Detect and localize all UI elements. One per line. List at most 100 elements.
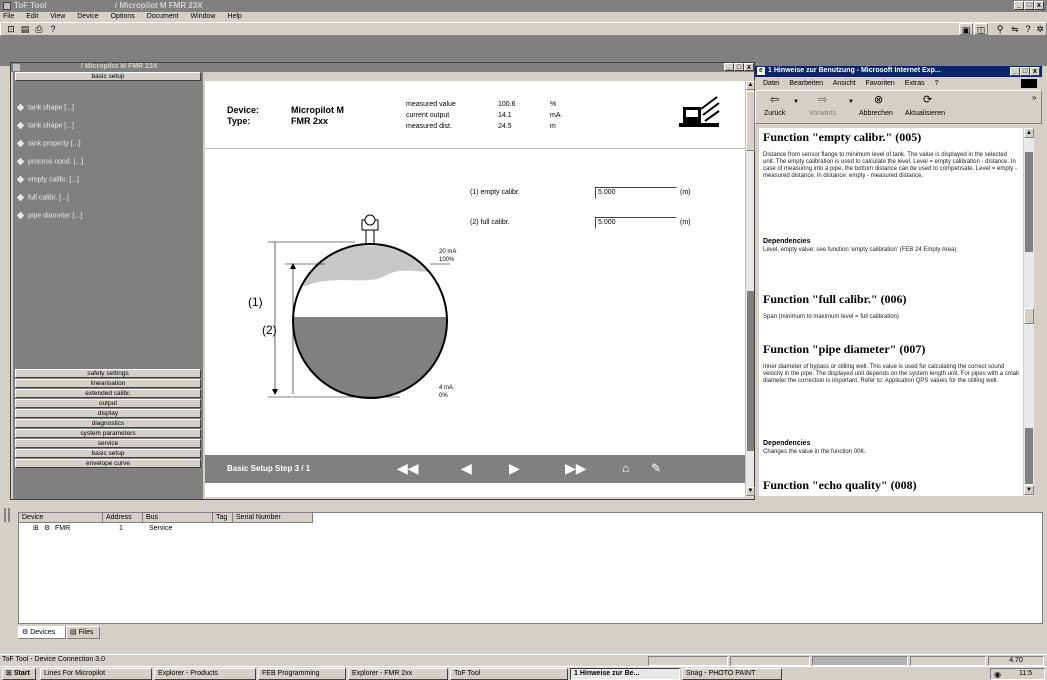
menu-file[interactable]: File [3, 13, 14, 20]
param-item[interactable]: tank shape [...] [16, 103, 74, 116]
refresh-label[interactable]: Aktualisieren [905, 110, 945, 117]
status-panel-4 [910, 656, 986, 666]
menu-edit[interactable]: Edit [26, 13, 38, 20]
maximize-icon[interactable]: □ [1024, 1, 1034, 10]
help-menu-extras[interactable]: Extras [905, 80, 925, 87]
forward-icon[interactable]: ⇨ [818, 93, 827, 106]
group-button[interactable]: output [15, 399, 201, 408]
menu-help[interactable]: Help [227, 13, 241, 20]
back-dropdown-icon[interactable]: ▼ [793, 99, 799, 105]
param-item[interactable]: tank shape [...] [16, 121, 74, 134]
taskbar-item[interactable]: Explorer - Products [154, 668, 256, 680]
param-item[interactable]: full calibr. [...] [16, 193, 69, 206]
save-icon[interactable]: ▤ [18, 23, 32, 35]
help-menu-bearbeiten[interactable]: Bearbeiten [789, 80, 823, 87]
taskbar-item[interactable]: ToF Tool [450, 668, 568, 680]
help-scroll-down-icon[interactable]: ▼ [1024, 485, 1034, 495]
help-menu-question[interactable]: ? [935, 80, 939, 87]
panel-tabs: ⚙ Devices ▤ Files [18, 626, 218, 640]
taskbar-item[interactable]: Snag - PHOTO PAINT [682, 668, 782, 680]
menu-document[interactable]: Document [147, 13, 179, 20]
window-tile-icon[interactable]: ▣ [959, 23, 973, 35]
table-row[interactable]: ⊞ ⚙ FMR 1 Service [19, 524, 319, 534]
menu-view[interactable]: View [50, 13, 65, 20]
help-menu-favoriten[interactable]: Favoriten [866, 80, 895, 87]
previous-step-icon[interactable]: ◀ [461, 461, 472, 475]
forward-label[interactable]: Vorwärts [809, 110, 836, 117]
print-page-icon[interactable]: ✎ [651, 461, 661, 475]
column-device[interactable]: Device [19, 513, 103, 523]
param-item[interactable]: process cond. [...] [16, 157, 83, 170]
help-heading-pipe-diameter: Function "pipe diameter" (007) [763, 342, 926, 356]
help-text-pipe-diameter: Inner diameter of bypass or stilling wel… [763, 364, 1019, 384]
group-button[interactable]: diagnostics [15, 419, 201, 428]
param-icon [16, 193, 25, 202]
scroll-down-icon[interactable]: ▼ [746, 487, 755, 496]
help-minimize-icon[interactable]: _ [1010, 67, 1020, 76]
help-maximize-icon[interactable]: □ [1020, 67, 1030, 76]
group-button[interactable]: service [15, 439, 201, 448]
column-bus[interactable]: Bus [143, 513, 213, 523]
help-scroll-thumb[interactable] [1024, 308, 1034, 324]
full-calibr-field[interactable]: 5.000 [595, 217, 677, 229]
main-scrollbar[interactable]: ▲ ▼ [745, 81, 755, 497]
empty-calibr-field[interactable]: 5.000 [595, 187, 677, 199]
help-menu-datei[interactable]: Datei [763, 80, 779, 87]
group-button[interactable]: extended calibr. [15, 389, 201, 398]
column-serial[interactable]: Serial Number [233, 513, 313, 523]
menu-device[interactable]: Device [77, 13, 98, 20]
taskbar-item[interactable]: Lines For Micropilot [40, 668, 152, 680]
connect-icon[interactable]: ⇋ [1008, 23, 1022, 35]
menu-options[interactable]: Options [111, 13, 135, 20]
back-label[interactable]: Zurück [764, 110, 785, 117]
back-icon[interactable]: ⇦ [770, 93, 779, 106]
last-step-icon[interactable]: ▶▶ [565, 461, 587, 475]
toolbar-more-icon[interactable]: » [1032, 93, 1036, 102]
column-address[interactable]: Address [103, 513, 143, 523]
device-maximize-icon[interactable]: □ [734, 63, 744, 71]
device-minimize-icon[interactable]: _ [724, 63, 734, 71]
taskbar-item-active[interactable]: 1 Hinweise zur Be... [570, 668, 680, 680]
param-item[interactable]: tank property [...] [16, 139, 81, 152]
refresh-icon[interactable]: ⟳ [923, 93, 932, 106]
stop-label[interactable]: Abbrechen [859, 110, 893, 117]
param-item[interactable]: pipe diameter [...] [16, 211, 82, 224]
tab-files[interactable]: ▤ Files [66, 626, 100, 639]
taskbar-item[interactable]: Explorer - FMR 2xx [348, 668, 448, 680]
menu-window[interactable]: Window [191, 13, 216, 20]
param-item[interactable]: empty calibr. [...] [16, 175, 79, 188]
start-button[interactable]: ⊞ Start [2, 668, 36, 680]
group-button[interactable]: basic setup [15, 449, 201, 458]
home-icon[interactable]: ⌂ [622, 461, 629, 475]
minimize-icon[interactable]: _ [1014, 1, 1024, 10]
next-step-icon[interactable]: ▶ [509, 461, 520, 475]
first-step-icon[interactable]: ◀◀ [397, 461, 419, 475]
open-icon[interactable]: ⊡ [4, 23, 18, 35]
close-icon[interactable]: x [1034, 1, 1044, 10]
print-icon[interactable]: ⎙ [32, 23, 46, 35]
group-button[interactable]: envelope curve [15, 459, 201, 468]
expand-icon[interactable]: ⊞ [33, 524, 39, 532]
help-menu-ansicht[interactable]: Ansicht [833, 80, 856, 87]
window-cascade-icon[interactable]: ◫ [974, 23, 988, 35]
stop-icon[interactable]: ⊗ [874, 93, 883, 106]
forward-dropdown-icon[interactable]: ▼ [848, 99, 854, 105]
group-button[interactable]: system parameters [15, 429, 201, 438]
device-close-icon[interactable]: x [744, 63, 754, 71]
help-scrollbar[interactable]: ▲ ▼ [1024, 128, 1034, 496]
scroll-thumb[interactable] [746, 91, 755, 151]
help-toolbar: ⇦ Zurück ▼ ⇨ Vorwärts ▼ ⊗ Abbrechen ⟳ Ak… [755, 90, 1042, 124]
taskbar-item[interactable]: FEB Programming [258, 668, 346, 680]
help-close-icon[interactable]: x [1030, 67, 1040, 76]
basic-setup-header[interactable]: basic setup [15, 72, 201, 81]
tab-devices[interactable]: ⚙ Devices [18, 626, 66, 639]
find-icon[interactable]: ⚲ [993, 23, 1007, 35]
column-tag[interactable]: Tag [213, 513, 233, 523]
extra-icon[interactable]: ✲ [1033, 23, 1047, 35]
group-button[interactable]: display [15, 409, 201, 418]
scroll-up-icon[interactable]: ▲ [746, 81, 755, 90]
group-button[interactable]: linearisation [15, 379, 201, 388]
help-pointer-icon[interactable]: ? [46, 23, 60, 35]
help-scroll-up-icon[interactable]: ▲ [1024, 128, 1034, 138]
group-button[interactable]: safety settings [15, 369, 201, 378]
